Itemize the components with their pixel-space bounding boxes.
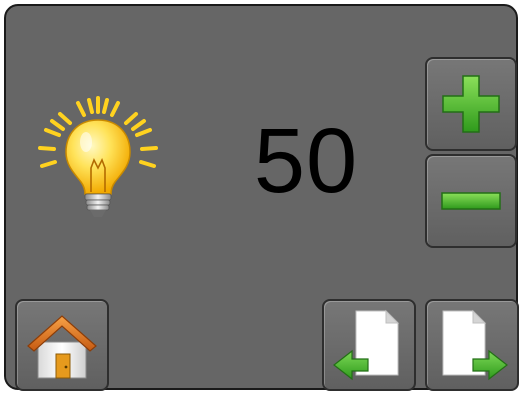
home-icon	[25, 310, 99, 380]
decrease-button[interactable]	[425, 154, 517, 248]
page-back-arrow-icon	[332, 309, 406, 381]
next-page-button[interactable]	[425, 299, 519, 391]
brightness-value: 50	[253, 110, 359, 212]
increase-button[interactable]	[425, 57, 517, 151]
home-button[interactable]	[15, 299, 109, 391]
plus-icon	[441, 74, 501, 134]
previous-page-button[interactable]	[322, 299, 416, 391]
minus-icon	[441, 191, 501, 211]
page-forward-arrow-icon	[435, 309, 509, 381]
lightbulb-icon	[32, 94, 162, 224]
